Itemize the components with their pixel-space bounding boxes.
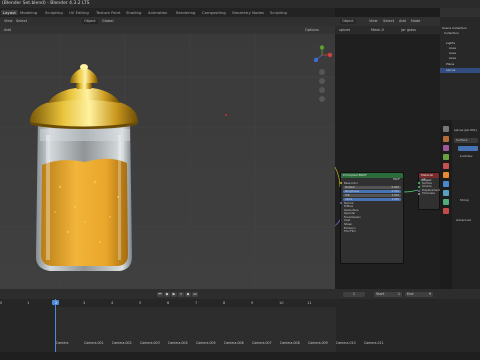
- physics-tab-icon[interactable]: [443, 190, 449, 196]
- properties-tab-strip: [440, 120, 452, 289]
- outliner-collection[interactable]: Collection: [440, 31, 480, 36]
- frame-label: 5: [139, 301, 142, 305]
- status-bar: [0, 352, 480, 360]
- tab-shading[interactable]: Shading: [126, 10, 141, 15]
- camera-marker[interactable]: Camera.005: [196, 341, 216, 345]
- outliner-area-1[interactable]: Area: [440, 46, 480, 51]
- tab-modeling[interactable]: Modeling: [20, 10, 37, 15]
- start-frame-field[interactable]: Start 1: [374, 292, 402, 297]
- end-frame-field[interactable]: End 9: [405, 292, 433, 297]
- jump-start-icon[interactable]: ⏮: [157, 292, 163, 297]
- tab-texture-paint[interactable]: Texture Paint: [96, 10, 121, 15]
- jump-end-icon[interactable]: ⏭: [192, 292, 198, 297]
- outliner-header: [440, 8, 480, 17]
- modifier-tab-icon[interactable]: [443, 181, 449, 187]
- camera-marker[interactable]: Camera.010: [336, 341, 356, 345]
- frame-label: 9: [251, 301, 254, 305]
- advanced-panel[interactable]: Advanced: [456, 218, 471, 222]
- output-tab-icon[interactable]: [443, 145, 449, 151]
- bsdf-thin-film-panel[interactable]: Thin Film: [341, 230, 403, 234]
- frame-label: 10: [279, 301, 284, 305]
- frame-label: 1: [27, 301, 30, 305]
- principled-bsdf-node[interactable]: Principled BSDF BSDF Base Color Metallic…: [340, 172, 404, 264]
- outliner-area-2[interactable]: Area: [440, 51, 480, 56]
- camera-marker[interactable]: Camera.008: [280, 341, 300, 345]
- current-frame-field[interactable]: 1: [343, 292, 365, 297]
- navigation-gizmo[interactable]: [312, 45, 332, 65]
- material-output-node[interactable]: Material Output All Surface Volume Displ…: [418, 172, 440, 210]
- material-tab-icon[interactable]: [443, 208, 449, 214]
- timeline-range: [56, 307, 336, 352]
- render-tab-icon[interactable]: [443, 136, 449, 142]
- select-menu[interactable]: Select: [16, 19, 27, 23]
- camera-marker[interactable]: Camera.006: [224, 341, 244, 345]
- scene-tab-icon[interactable]: [443, 154, 449, 160]
- pause-icon[interactable]: ⏸: [178, 292, 184, 297]
- tab-animation[interactable]: Animation: [148, 10, 167, 15]
- outliner-area-3[interactable]: Area: [440, 56, 480, 61]
- outliner-plane[interactable]: Plane: [440, 62, 480, 67]
- outliner-spices[interactable]: spices: [440, 68, 480, 73]
- view-menu[interactable]: View: [4, 19, 13, 23]
- window-title: (Blender Set.blend) - Blender 4.3.2 LTS: [2, 1, 90, 6]
- tab-geometry-nodes[interactable]: Geometry Nodes: [232, 10, 264, 15]
- camera-marker[interactable]: Camera.003: [140, 341, 160, 345]
- properties-object-name: spices (Jar.001): [454, 128, 478, 132]
- frame-label: 0: [0, 301, 3, 305]
- frame-label: 11: [307, 301, 312, 305]
- surface-panel[interactable]: Surface: [454, 138, 478, 143]
- data-tab-icon[interactable]: [443, 199, 449, 205]
- frame-label: 2: [55, 301, 58, 305]
- tool-tab-icon[interactable]: [443, 126, 449, 132]
- shrop-label: Shrop: [460, 198, 469, 202]
- tab-uv-editing[interactable]: UV Editing: [69, 10, 89, 15]
- mode-dropdown[interactable]: Object: [82, 18, 98, 24]
- camera-marker[interactable]: Camera: [56, 341, 69, 345]
- frame-label: 3: [83, 301, 86, 305]
- camera-marker[interactable]: Camera.007: [252, 341, 272, 345]
- 3d-viewport[interactable]: [0, 17, 335, 289]
- viewport-subheader: Add Options: [0, 26, 335, 34]
- viewport-canvas[interactable]: [0, 17, 335, 289]
- camera-marker[interactable]: Camera.009: [308, 341, 328, 345]
- camera-marker[interactable]: Camera.011: [364, 341, 384, 345]
- surface-button[interactable]: [458, 146, 478, 151]
- add-menu[interactable]: Add: [4, 28, 11, 32]
- outliner-scene-collection[interactable]: Scene Collection: [440, 26, 480, 31]
- hand-icon[interactable]: [319, 78, 325, 84]
- tab-layout[interactable]: Layout: [1, 9, 18, 15]
- tab-compositing[interactable]: Compositing: [202, 10, 226, 15]
- global-dropdown[interactable]: Global: [102, 19, 113, 23]
- options-dropdown[interactable]: Options: [305, 28, 319, 32]
- key-prev-icon[interactable]: ◆: [164, 292, 170, 297]
- workspace-bar: Layout Modeling Sculpting UV Editing Tex…: [0, 8, 335, 17]
- frame-label: 7: [195, 301, 198, 305]
- key-next-icon[interactable]: ◆: [185, 292, 191, 297]
- lookdev-label: Lookdev: [460, 154, 473, 158]
- outliner-lights[interactable]: Lights: [440, 41, 480, 46]
- frame-label: 6: [167, 301, 170, 305]
- camera-marker[interactable]: Camera.004: [168, 341, 188, 345]
- play-icon[interactable]: ▶: [171, 292, 177, 297]
- zoom-icon[interactable]: [319, 69, 325, 75]
- tab-rendering[interactable]: Rendering: [176, 10, 195, 15]
- camera-marker[interactable]: Camera.002: [112, 341, 132, 345]
- tab-sculpting[interactable]: Sculpting: [45, 10, 63, 15]
- camera-marker[interactable]: Camera.001: [84, 341, 104, 345]
- outliner: Scene Collection Collection Lights Area …: [440, 8, 480, 120]
- camera-icon[interactable]: [319, 87, 325, 93]
- title-bar: (Blender Set.blend) - Blender 4.3.2 LTS: [0, 0, 480, 8]
- frame-label: 4: [111, 301, 114, 305]
- grid-icon[interactable]: [319, 96, 325, 102]
- frame-label: 8: [223, 301, 226, 305]
- output-thickness[interactable]: Thickness: [418, 192, 439, 196]
- world-tab-icon[interactable]: [443, 163, 449, 169]
- object-tab-icon[interactable]: [443, 172, 449, 178]
- tab-scripting[interactable]: Scripting: [270, 10, 287, 15]
- viewport-header: Object View Select Global: [0, 17, 335, 26]
